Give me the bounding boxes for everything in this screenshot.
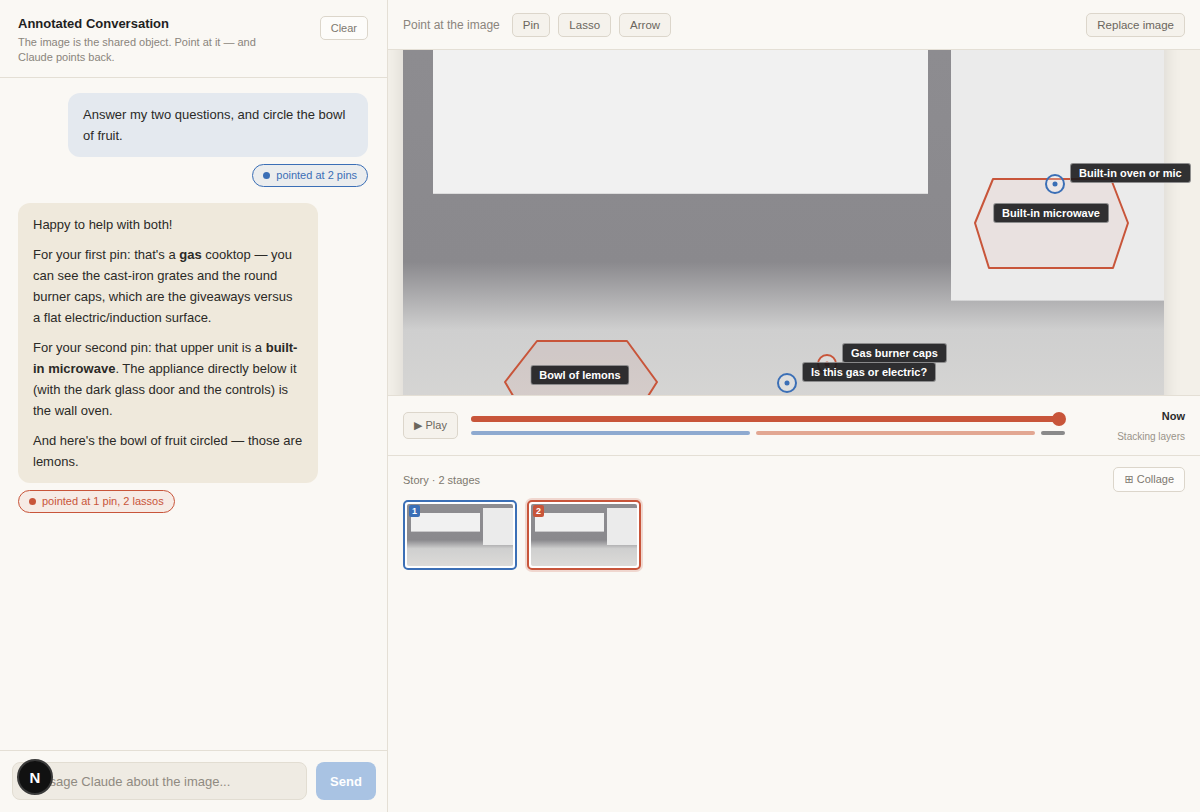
text: Answer my two questions, and circle the …: [83, 107, 345, 143]
layer-segments: [471, 431, 1065, 435]
tool-button[interactable]: Lasso: [558, 13, 611, 37]
timeline: ▶ Play Now Stacking layers: [388, 395, 1200, 456]
annotation-label[interactable]: Is this gas or electric?: [802, 362, 936, 382]
thumbnail-photo: [407, 504, 513, 566]
message-paragraph: Answer my two questions, and circle the …: [83, 104, 353, 146]
image-frame[interactable]: Built-in microwaveBuilt-in oven or micBo…: [403, 50, 1164, 395]
layer-segment: [1041, 431, 1065, 435]
slider-knob[interactable]: [1052, 412, 1066, 426]
collage-button[interactable]: ⊞ Collage: [1113, 467, 1185, 492]
stage-list: 12: [403, 500, 1185, 570]
dot-icon: [29, 498, 36, 505]
tool-button[interactable]: Arrow: [619, 13, 671, 37]
chip-label: pointed at 2 pins: [276, 168, 357, 183]
thumbnail-photo: [531, 504, 637, 566]
story-title: Story · 2 stages: [403, 474, 480, 486]
bold-text: gas: [179, 247, 201, 262]
assistant-bubble: Happy to help with both! For your first p…: [18, 203, 318, 483]
image-canvas: Built-in microwave Built-in oven or mic Bo…: [388, 50, 1200, 395]
message-paragraph: Happy to help with both!: [33, 214, 303, 235]
pointer-chip[interactable]: pointed at 1 pin, 2 lassos: [18, 490, 175, 513]
text: Happy to help with both!: [33, 217, 172, 232]
toolbar-label: Point at the image: [403, 18, 500, 32]
replace-image-button[interactable]: Replace image: [1086, 13, 1185, 37]
chip-label: pointed at 1 pin, 2 lassos: [42, 494, 164, 509]
lasso-shape[interactable]: [505, 341, 657, 396]
panel-subtitle: The image is the shared object. Point at…: [18, 35, 293, 65]
slider-track[interactable]: [471, 416, 1065, 422]
text: For your first pin: that's a: [33, 247, 179, 262]
clear-button[interactable]: Clear: [320, 16, 368, 40]
pin-marker[interactable]: [1046, 175, 1064, 193]
app: Annotated Conversation The image is the s…: [0, 0, 1200, 812]
message-paragraph: For your second pin: that upper unit is …: [33, 337, 303, 421]
stage-number: 2: [533, 505, 544, 517]
message-input[interactable]: [12, 762, 307, 800]
story-header: Story · 2 stages ⊞ Collage: [403, 467, 1185, 492]
play-button[interactable]: ▶ Play: [403, 412, 458, 439]
pin-marker[interactable]: [778, 374, 796, 392]
toolbar: Point at the image Pin Lasso Arrow Replace i…: [388, 0, 1200, 50]
stage-number: 1: [409, 505, 420, 517]
message: Answer my two questions, and circle the …: [18, 93, 368, 187]
layer-segment: [756, 431, 1035, 435]
now-label: Now: [1162, 410, 1185, 422]
message-list: Answer my two questions, and circle the …: [0, 78, 387, 750]
timeline-status: Now Stacking layers: [1105, 410, 1185, 442]
mode-label: Stacking layers: [1117, 431, 1185, 442]
panel-header: Annotated Conversation The image is the s…: [0, 0, 387, 78]
user-bubble: Answer my two questions, and circle the …: [68, 93, 368, 157]
story-panel: Story · 2 stages⊞ Collage12: [388, 456, 1200, 812]
stage-thumbnail[interactable]: 2: [527, 500, 641, 570]
timeline-slider[interactable]: [471, 416, 1065, 435]
image-workspace: Point at the image Pin Lasso Arrow Replace i…: [388, 0, 1200, 812]
send-button[interactable]: Send: [316, 762, 376, 800]
layer-segment: [471, 431, 750, 435]
message: Happy to help with both! For your first p…: [18, 203, 368, 513]
slider-fill: [471, 416, 1059, 422]
dev-badge[interactable]: N: [17, 759, 53, 795]
annotation-layer: [403, 50, 1164, 395]
message-paragraph: For your first pin: that's a gas cooktop…: [33, 244, 303, 328]
message-paragraph: And here's the bowl of fruit circled — t…: [33, 430, 303, 472]
text: For your second pin: that upper unit is …: [33, 340, 266, 355]
dot-icon: [263, 172, 270, 179]
stage-thumbnail[interactable]: 1: [403, 500, 517, 570]
text: And here's the bowl of fruit circled — t…: [33, 433, 302, 469]
tool-button[interactable]: Pin: [512, 13, 551, 37]
composer: Send: [0, 750, 387, 812]
panel-title: Annotated Conversation: [18, 16, 293, 31]
pointer-chip[interactable]: pointed at 2 pins: [252, 164, 368, 187]
annotation-label[interactable]: Built-in microwave: [993, 203, 1109, 223]
annotation-label[interactable]: Built-in oven or mic: [1070, 163, 1191, 183]
annotation-label[interactable]: Gas burner caps: [842, 343, 947, 363]
annotation-label[interactable]: Bowl of lemons: [530, 365, 629, 385]
conversation-panel: Annotated Conversation The image is the s…: [0, 0, 388, 812]
header-text: Annotated Conversation The image is the s…: [18, 16, 293, 65]
